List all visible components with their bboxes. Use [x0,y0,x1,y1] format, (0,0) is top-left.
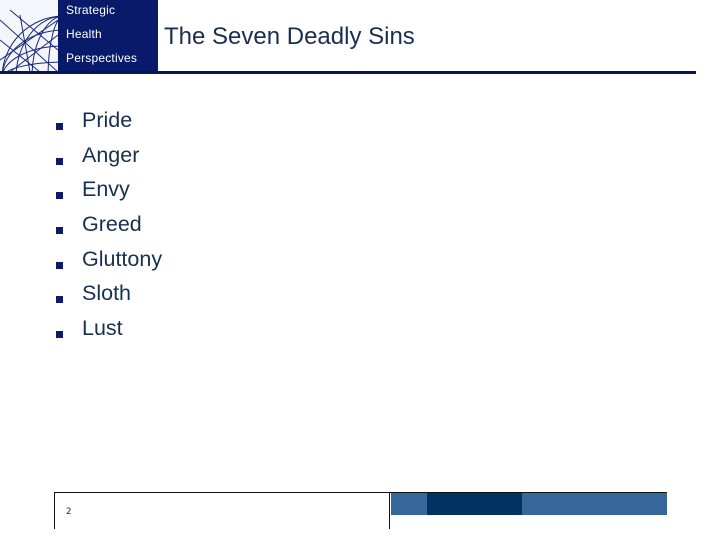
logo-text: Strategic Health Perspectives [66,0,156,72]
footer-left-divider [54,492,55,529]
list-item-text: Sloth [82,281,132,306]
logo-edge [153,0,158,72]
square-bullet-icon [56,157,63,165]
logo: Strategic Health Perspectives [0,0,158,72]
square-bullet-icon [56,227,63,235]
list-item-text: Gluttony [82,246,163,271]
square-bullet-icon [56,296,63,304]
list-item-text: Lust [82,316,123,341]
logo-line-health: Health [66,27,102,41]
footer-bar-segment-light-left [391,493,427,515]
list-item-text: Anger [82,142,140,167]
square-bullet-icon [56,123,63,130]
globe-icon [0,0,58,72]
list-item-text: Envy [82,177,130,202]
square-bullet-icon [56,192,63,200]
square-bullet-icon [56,331,63,339]
square-bullet-icon [56,261,63,269]
logo-line-strategic: Strategic [66,3,116,17]
logo-line-perspectives: Perspectives [66,51,138,65]
slide-title: The Seven Deadly Sins [164,23,415,50]
footer-bar-segment-light-right [522,493,667,515]
list-item-text: Pride [82,108,133,132]
page-number: 2 [66,507,72,517]
footer-mid-divider [389,492,390,529]
footer-bar-segment-dark [427,493,522,515]
header-rule [0,71,696,74]
list-item-text: Greed [82,212,142,237]
